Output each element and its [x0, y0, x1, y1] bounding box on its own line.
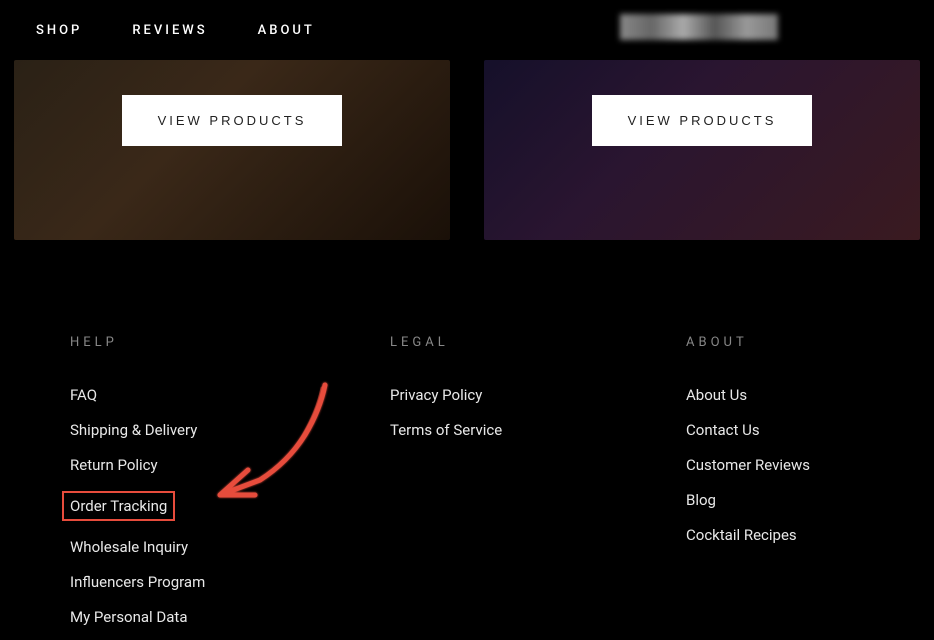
nav-reviews[interactable]: REVIEWS	[132, 23, 207, 38]
footer-link-shipping[interactable]: Shipping & Delivery	[70, 421, 197, 439]
footer-link-influencers[interactable]: Influencers Program	[70, 573, 205, 591]
view-products-button-left[interactable]: VIEW PRODUCTS	[122, 95, 343, 146]
footer-heading-help: HELP	[70, 335, 390, 350]
view-products-button-right[interactable]: VIEW PRODUCTS	[592, 95, 813, 146]
footer-help-links: FAQ Shipping & Delivery Return Policy Or…	[70, 386, 390, 626]
footer-link-wholesale[interactable]: Wholesale Inquiry	[70, 538, 188, 556]
footer-link-faq[interactable]: FAQ	[70, 386, 97, 404]
footer-link-recipes[interactable]: Cocktail Recipes	[686, 526, 797, 544]
footer-col-legal: LEGAL Privacy Policy Terms of Service	[390, 335, 686, 640]
footer-link-privacy[interactable]: Privacy Policy	[390, 386, 482, 404]
promo-card-right: VIEW PRODUCTS	[484, 60, 920, 240]
footer-col-help: HELP FAQ Shipping & Delivery Return Poli…	[70, 335, 390, 640]
footer-about-links: About Us Contact Us Customer Reviews Blo…	[686, 386, 810, 544]
nav-shop[interactable]: SHOP	[36, 23, 82, 38]
nav-about[interactable]: ABOUT	[258, 23, 315, 38]
brand-logo[interactable]	[620, 14, 778, 40]
footer-heading-legal: LEGAL	[390, 335, 686, 350]
footer-link-terms[interactable]: Terms of Service	[390, 421, 502, 439]
footer-link-order-tracking[interactable]: Order Tracking	[62, 491, 175, 521]
promo-card-left: VIEW PRODUCTS	[14, 60, 450, 240]
footer-heading-about: ABOUT	[686, 335, 810, 350]
footer-legal-links: Privacy Policy Terms of Service	[390, 386, 686, 439]
footer: HELP FAQ Shipping & Delivery Return Poli…	[0, 240, 934, 640]
main-nav: SHOP REVIEWS ABOUT	[36, 23, 315, 38]
promo-cards: VIEW PRODUCTS VIEW PRODUCTS	[0, 60, 934, 240]
footer-col-about: ABOUT About Us Contact Us Customer Revie…	[686, 335, 810, 640]
header-bar: SHOP REVIEWS ABOUT	[0, 0, 934, 60]
footer-link-customer-reviews[interactable]: Customer Reviews	[686, 456, 810, 474]
footer-link-return-policy[interactable]: Return Policy	[70, 456, 158, 474]
footer-link-contact[interactable]: Contact Us	[686, 421, 760, 439]
footer-link-blog[interactable]: Blog	[686, 491, 716, 509]
footer-link-about-us[interactable]: About Us	[686, 386, 747, 404]
footer-link-personal-data[interactable]: My Personal Data	[70, 608, 188, 626]
